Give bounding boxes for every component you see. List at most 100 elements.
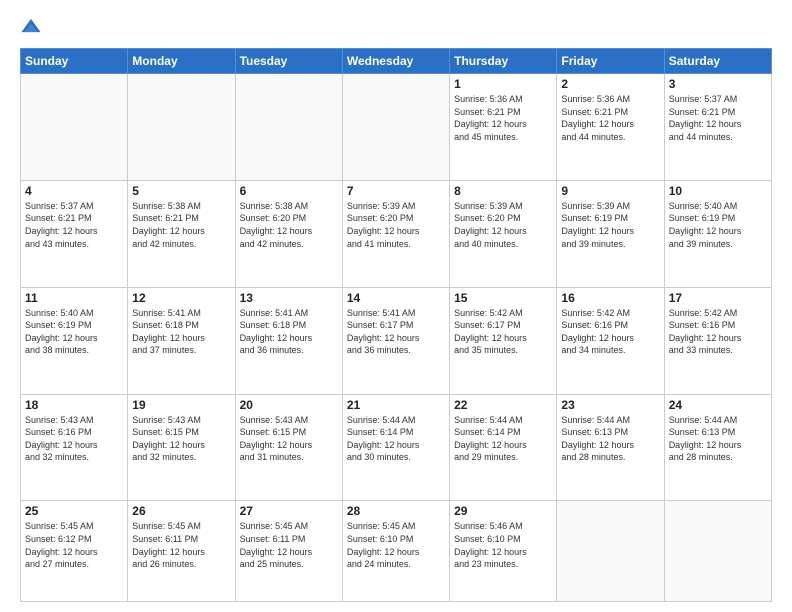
day-number: 26 <box>132 504 230 518</box>
day-number: 22 <box>454 398 552 412</box>
calendar-cell: 16 Sunrise: 5:42 AM Sunset: 6:16 PM Dayli… <box>557 287 664 394</box>
calendar-cell: 29Sunrise: 5:46 AM Sunset: 6:10 PM Dayli… <box>450 501 557 602</box>
day-number: 17 <box>669 291 767 305</box>
page: SundayMondayTuesdayWednesdayThursdayFrid… <box>0 0 792 612</box>
day-info: Sunrise: 5:43 AM Sunset: 6:16 PM Dayligh… <box>25 414 123 464</box>
day-info: Sunrise: 5:44 AM Sunset: 6:13 PM Dayligh… <box>561 414 659 464</box>
calendar-cell: 18 Sunrise: 5:43 AM Sunset: 6:16 PM Dayli… <box>21 394 128 501</box>
calendar-cell: 17 Sunrise: 5:42 AM Sunset: 6:16 PM Dayli… <box>664 287 771 394</box>
calendar-cell <box>664 501 771 602</box>
calendar-cell: 14 Sunrise: 5:41 AM Sunset: 6:17 PM Dayli… <box>342 287 449 394</box>
day-info: Sunrise: 5:45 AM Sunset: 6:11 PM Dayligh… <box>240 520 338 570</box>
day-number: 18 <box>25 398 123 412</box>
weekday-header-row: SundayMondayTuesdayWednesdayThursdayFrid… <box>21 49 772 74</box>
calendar-cell: 20 Sunrise: 5:43 AM Sunset: 6:15 PM Dayli… <box>235 394 342 501</box>
day-info: Sunrise: 5:40 AM Sunset: 6:19 PM Dayligh… <box>669 200 767 250</box>
calendar-cell <box>21 74 128 181</box>
calendar-cell: 26 Sunrise: 5:45 AM Sunset: 6:11 PM Dayli… <box>128 501 235 602</box>
day-info: Sunrise: 5:45 AM Sunset: 6:10 PM Dayligh… <box>347 520 445 570</box>
header <box>20 16 772 38</box>
calendar-cell: 15 Sunrise: 5:42 AM Sunset: 6:17 PM Dayli… <box>450 287 557 394</box>
day-info: Sunrise: 5:42 AM Sunset: 6:16 PM Dayligh… <box>561 307 659 357</box>
day-info: Sunrise: 5:44 AM Sunset: 6:14 PM Dayligh… <box>454 414 552 464</box>
weekday-header-monday: Monday <box>128 49 235 74</box>
week-row-3: 18 Sunrise: 5:43 AM Sunset: 6:16 PM Dayli… <box>21 394 772 501</box>
day-info: Sunrise: 5:45 AM Sunset: 6:12 PM Dayligh… <box>25 520 123 570</box>
calendar-cell: 5 Sunrise: 5:38 AM Sunset: 6:21 PM Daylig… <box>128 180 235 287</box>
day-info: Sunrise: 5:42 AM Sunset: 6:17 PM Dayligh… <box>454 307 552 357</box>
day-number: 23 <box>561 398 659 412</box>
weekday-header-thursday: Thursday <box>450 49 557 74</box>
day-info: Sunrise: 5:41 AM Sunset: 6:18 PM Dayligh… <box>240 307 338 357</box>
day-number: 9 <box>561 184 659 198</box>
calendar-cell: 9 Sunrise: 5:39 AM Sunset: 6:19 PM Daylig… <box>557 180 664 287</box>
calendar-cell <box>128 74 235 181</box>
day-info: Sunrise: 5:37 AM Sunset: 6:21 PM Dayligh… <box>25 200 123 250</box>
day-info: Sunrise: 5:41 AM Sunset: 6:17 PM Dayligh… <box>347 307 445 357</box>
day-number: 29 <box>454 504 552 518</box>
calendar-cell: 6 Sunrise: 5:38 AM Sunset: 6:20 PM Daylig… <box>235 180 342 287</box>
weekday-header-friday: Friday <box>557 49 664 74</box>
day-number: 8 <box>454 184 552 198</box>
calendar-cell: 22 Sunrise: 5:44 AM Sunset: 6:14 PM Dayli… <box>450 394 557 501</box>
day-info: Sunrise: 5:38 AM Sunset: 6:20 PM Dayligh… <box>240 200 338 250</box>
day-info: Sunrise: 5:39 AM Sunset: 6:20 PM Dayligh… <box>454 200 552 250</box>
calendar-cell: 7Sunrise: 5:39 AM Sunset: 6:20 PM Daylig… <box>342 180 449 287</box>
day-info: Sunrise: 5:44 AM Sunset: 6:13 PM Dayligh… <box>669 414 767 464</box>
day-number: 14 <box>347 291 445 305</box>
weekday-header-sunday: Sunday <box>21 49 128 74</box>
calendar-cell: 3 Sunrise: 5:37 AM Sunset: 6:21 PM Daylig… <box>664 74 771 181</box>
day-info: Sunrise: 5:43 AM Sunset: 6:15 PM Dayligh… <box>240 414 338 464</box>
calendar-cell: 23 Sunrise: 5:44 AM Sunset: 6:13 PM Dayli… <box>557 394 664 501</box>
day-number: 16 <box>561 291 659 305</box>
calendar-cell: 13Sunrise: 5:41 AM Sunset: 6:18 PM Dayli… <box>235 287 342 394</box>
calendar-cell: 11 Sunrise: 5:40 AM Sunset: 6:19 PM Dayli… <box>21 287 128 394</box>
day-number: 21 <box>347 398 445 412</box>
calendar-cell <box>557 501 664 602</box>
calendar-cell: 28 Sunrise: 5:45 AM Sunset: 6:10 PM Dayli… <box>342 501 449 602</box>
day-info: Sunrise: 5:43 AM Sunset: 6:15 PM Dayligh… <box>132 414 230 464</box>
calendar-cell: 1Sunrise: 5:36 AM Sunset: 6:21 PM Daylig… <box>450 74 557 181</box>
calendar-cell: 21 Sunrise: 5:44 AM Sunset: 6:14 PM Dayli… <box>342 394 449 501</box>
day-info: Sunrise: 5:45 AM Sunset: 6:11 PM Dayligh… <box>132 520 230 570</box>
calendar-cell: 8 Sunrise: 5:39 AM Sunset: 6:20 PM Daylig… <box>450 180 557 287</box>
day-number: 24 <box>669 398 767 412</box>
day-number: 3 <box>669 77 767 91</box>
day-info: Sunrise: 5:40 AM Sunset: 6:19 PM Dayligh… <box>25 307 123 357</box>
logo <box>20 16 46 38</box>
day-number: 6 <box>240 184 338 198</box>
day-info: Sunrise: 5:38 AM Sunset: 6:21 PM Dayligh… <box>132 200 230 250</box>
day-info: Sunrise: 5:37 AM Sunset: 6:21 PM Dayligh… <box>669 93 767 143</box>
calendar-table: SundayMondayTuesdayWednesdayThursdayFrid… <box>20 48 772 602</box>
day-number: 1 <box>454 77 552 91</box>
calendar-cell: 27 Sunrise: 5:45 AM Sunset: 6:11 PM Dayli… <box>235 501 342 602</box>
calendar-cell <box>235 74 342 181</box>
day-info: Sunrise: 5:39 AM Sunset: 6:19 PM Dayligh… <box>561 200 659 250</box>
calendar-cell: 10 Sunrise: 5:40 AM Sunset: 6:19 PM Dayli… <box>664 180 771 287</box>
day-number: 11 <box>25 291 123 305</box>
day-info: Sunrise: 5:44 AM Sunset: 6:14 PM Dayligh… <box>347 414 445 464</box>
calendar-cell: 4Sunrise: 5:37 AM Sunset: 6:21 PM Daylig… <box>21 180 128 287</box>
calendar-cell: 2Sunrise: 5:36 AM Sunset: 6:21 PM Daylig… <box>557 74 664 181</box>
week-row-0: 1Sunrise: 5:36 AM Sunset: 6:21 PM Daylig… <box>21 74 772 181</box>
day-number: 19 <box>132 398 230 412</box>
day-number: 10 <box>669 184 767 198</box>
day-info: Sunrise: 5:42 AM Sunset: 6:16 PM Dayligh… <box>669 307 767 357</box>
weekday-header-wednesday: Wednesday <box>342 49 449 74</box>
calendar-cell: 19 Sunrise: 5:43 AM Sunset: 6:15 PM Dayli… <box>128 394 235 501</box>
weekday-header-tuesday: Tuesday <box>235 49 342 74</box>
day-number: 25 <box>25 504 123 518</box>
day-number: 5 <box>132 184 230 198</box>
calendar-cell: 24 Sunrise: 5:44 AM Sunset: 6:13 PM Dayli… <box>664 394 771 501</box>
logo-icon <box>20 16 42 38</box>
calendar-cell <box>342 74 449 181</box>
day-number: 20 <box>240 398 338 412</box>
day-info: Sunrise: 5:41 AM Sunset: 6:18 PM Dayligh… <box>132 307 230 357</box>
calendar-cell: 12Sunrise: 5:41 AM Sunset: 6:18 PM Dayli… <box>128 287 235 394</box>
week-row-2: 11 Sunrise: 5:40 AM Sunset: 6:19 PM Dayli… <box>21 287 772 394</box>
day-info: Sunrise: 5:39 AM Sunset: 6:20 PM Dayligh… <box>347 200 445 250</box>
day-number: 28 <box>347 504 445 518</box>
day-number: 27 <box>240 504 338 518</box>
calendar-cell: 25 Sunrise: 5:45 AM Sunset: 6:12 PM Dayli… <box>21 501 128 602</box>
day-number: 15 <box>454 291 552 305</box>
